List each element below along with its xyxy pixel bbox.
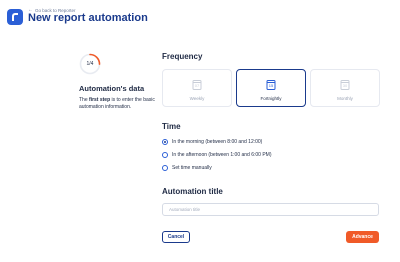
radio-unchecked-icon[interactable] [162,165,168,171]
frequency-option-fortnightly[interactable]: 15 Fortnightly [236,69,306,107]
side-description-bold: first step [89,97,111,103]
frequency-option-label: Weekly [189,96,205,101]
automation-title-heading: Automation title [162,187,223,196]
time-option-morning[interactable]: In the morning (between 8:00 and 12:00) [162,139,262,145]
time-option-afternoon[interactable]: In the afternoon (between 1:00 and 6:00 … [162,152,272,158]
time-option-label: Set time manually [172,165,212,171]
calendar-icon: 15 [266,80,276,90]
automation-title-input[interactable] [162,203,379,216]
radio-unchecked-icon[interactable] [162,152,168,158]
calendar-icon: 07 [192,80,202,90]
time-option-label: In the afternoon (between 1:00 and 6:00 … [172,152,272,158]
calendar-icon: 30 [340,80,350,90]
frequency-option-monthly[interactable]: 30 Monthly [310,69,380,107]
advance-button[interactable]: Advance [346,231,379,243]
time-option-manual[interactable]: Set time manually [162,165,212,171]
time-option-label: In the morning (between 8:00 and 12:00) [172,139,263,145]
frequency-title: Frequency [162,52,203,61]
page-title: New report automation [28,12,148,24]
frequency-option-label: Monthly [337,96,353,101]
side-title: Automation's data [79,84,145,93]
side-description: The first step is to enter the basic aut… [79,97,155,110]
frequency-option-weekly[interactable]: 07 Weekly [162,69,232,107]
time-title: Time [162,122,181,131]
app-logo [7,9,23,25]
step-counter: 1/4 [86,61,94,67]
cancel-button[interactable]: Cancel [162,231,190,243]
radio-checked-icon[interactable] [162,139,168,145]
frequency-option-label: Fortnightly [260,96,282,101]
